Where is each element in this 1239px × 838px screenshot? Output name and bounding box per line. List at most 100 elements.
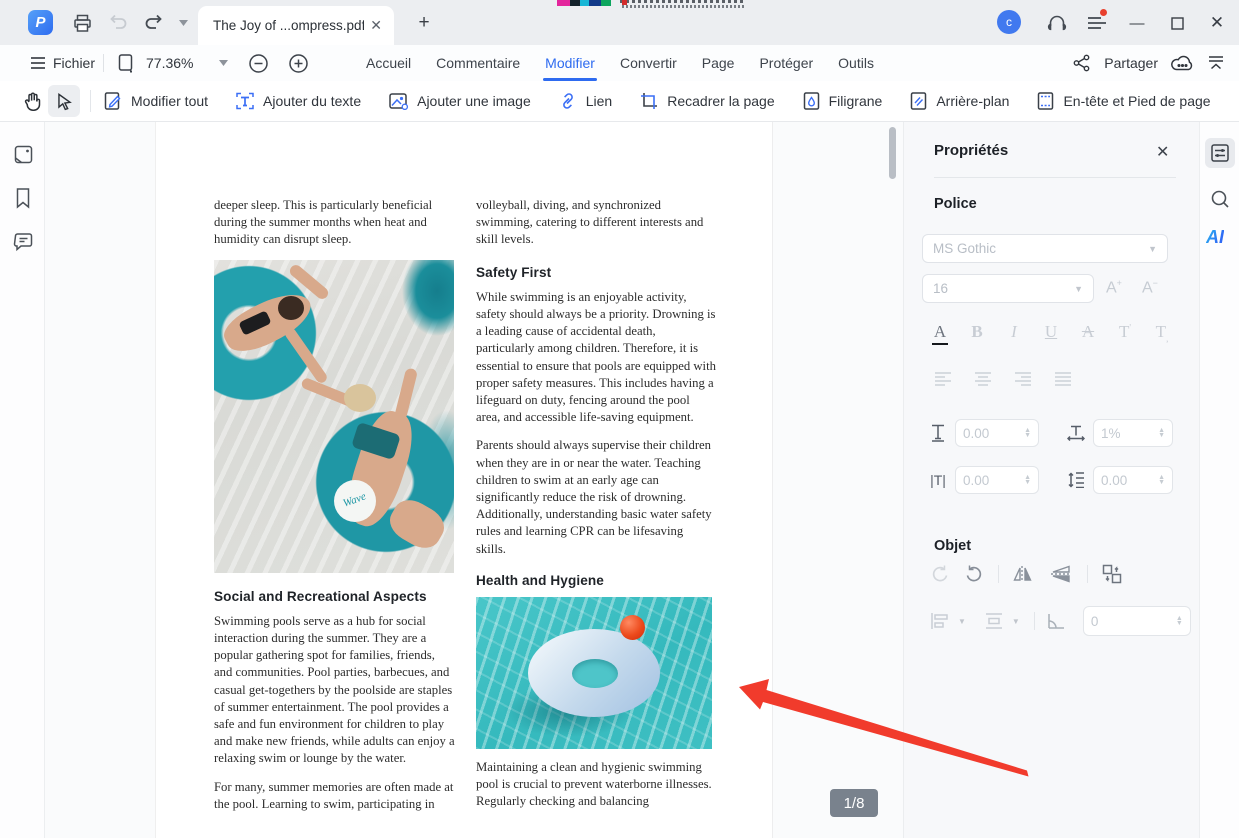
pdf-heading[interactable]: Social and Recreational Aspects — [214, 588, 456, 605]
superscript-icon[interactable]: T' — [1117, 322, 1133, 342]
tab-outils[interactable]: Outils — [838, 45, 874, 81]
zoom-in-icon[interactable] — [288, 45, 309, 81]
pdf-page[interactable]: deeper sleep. This is particularly benef… — [155, 122, 773, 838]
underline-icon[interactable]: U — [1043, 322, 1059, 342]
background-button[interactable]: Arrière-plan — [909, 91, 1009, 111]
pool-people-image[interactable]: Wave — [214, 260, 454, 573]
document-canvas[interactable]: deeper sleep. This is particularly benef… — [45, 122, 903, 838]
pdf-paragraph[interactable]: Parents should always supervise their ch… — [476, 437, 716, 557]
new-tab-icon[interactable]: + — [413, 12, 435, 34]
rotation-angle-input[interactable]: 0 ▲▼ — [1083, 606, 1191, 636]
tab-accueil[interactable]: Accueil — [366, 45, 411, 81]
char-spacing-input[interactable]: 0.00 ▲▼ — [955, 419, 1039, 447]
history-dropdown-icon[interactable] — [172, 12, 194, 34]
flip-vertical-icon[interactable] — [1049, 564, 1073, 584]
pdf-paragraph[interactable]: volleyball, diving, and synchronized swi… — [476, 197, 716, 249]
share-label[interactable]: Partager — [1104, 55, 1158, 71]
strikethrough-icon[interactable]: A — [1080, 322, 1096, 342]
pdf-paragraph[interactable]: While swimming is an enjoyable activity,… — [476, 289, 716, 427]
pool-ring-image[interactable] — [476, 597, 712, 749]
share-icon[interactable] — [1073, 54, 1091, 72]
edit-all-button[interactable]: Modifier tout — [103, 91, 208, 111]
pdf-paragraph[interactable]: deeper sleep. This is particularly benef… — [214, 197, 456, 249]
subscript-icon[interactable]: T, — [1154, 322, 1170, 343]
close-panel-icon[interactable]: ✕ — [1156, 142, 1169, 162]
font-family-value: MS Gothic — [933, 241, 996, 256]
cloud-icon[interactable] — [1171, 55, 1194, 72]
line-spacing-input[interactable]: 0.00 ▲▼ — [1093, 466, 1173, 494]
tab-convertir[interactable]: Convertir — [620, 45, 677, 81]
link-button[interactable]: Lien — [558, 91, 612, 111]
pdf-paragraph[interactable]: For many, summer memories are often made… — [214, 779, 456, 813]
pdf-paragraph[interactable]: Maintaining a clean and hygienic swimmin… — [476, 759, 716, 811]
select-tool-button[interactable] — [48, 85, 80, 117]
italic-icon[interactable]: I — [1006, 322, 1022, 342]
tab-page[interactable]: Page — [702, 45, 735, 81]
tab-modifier[interactable]: Modifier — [545, 45, 595, 81]
minimize-button[interactable]: — — [1126, 12, 1148, 34]
tab-commentaire[interactable]: Commentaire — [436, 45, 520, 81]
horizontal-scale-input[interactable]: 1% ▲▼ — [1093, 419, 1173, 447]
zoom-dropdown-icon[interactable] — [219, 45, 228, 81]
font-color-icon[interactable]: A — [932, 322, 948, 345]
print-icon[interactable] — [71, 12, 93, 34]
crop-page-button[interactable]: Recadrer la page — [639, 91, 774, 111]
increase-font-icon[interactable]: A+ — [1106, 278, 1122, 297]
close-window-button[interactable]: ✕ — [1206, 12, 1228, 34]
stepper-arrows[interactable]: ▲▼ — [1176, 616, 1183, 626]
align-center-icon[interactable] — [974, 372, 992, 386]
pdf-paragraph[interactable]: Swimming pools serve as a hub for social… — [214, 613, 456, 768]
crop-page-label: Recadrer la page — [667, 93, 774, 109]
file-menu-button[interactable]: Fichier — [30, 45, 95, 81]
ai-assistant-button[interactable]: AI — [1206, 227, 1224, 248]
chevron-down-icon[interactable]: ▼ — [1012, 617, 1020, 626]
word-spacing-input[interactable]: 0.00 ▲▼ — [955, 466, 1039, 494]
close-tab-icon[interactable]: ✕ — [370, 17, 382, 34]
hand-tool-button[interactable] — [16, 85, 48, 117]
main-menu-icon[interactable] — [1086, 12, 1108, 34]
stepper-arrows[interactable]: ▲▼ — [1158, 428, 1165, 438]
zoom-out-icon[interactable] — [248, 45, 269, 81]
redo-icon[interactable] — [143, 12, 165, 34]
align-right-icon[interactable] — [1014, 372, 1032, 386]
thumbnails-panel-icon[interactable] — [11, 142, 35, 166]
add-image-button[interactable]: Ajouter une image — [388, 91, 531, 111]
support-headset-icon[interactable] — [1046, 12, 1068, 34]
rotation-angle-icon[interactable] — [1047, 612, 1067, 630]
zoom-level[interactable]: 77.36% — [146, 45, 193, 81]
swap-size-icon[interactable] — [1102, 564, 1122, 584]
edit-toolbar: Modifier tout Ajouter du texte Ajouter u… — [0, 81, 1239, 122]
search-icon[interactable] — [1205, 184, 1235, 214]
maximize-button[interactable] — [1166, 12, 1188, 34]
decrease-font-icon[interactable]: A− — [1142, 278, 1158, 297]
tab-proteger[interactable]: Protéger — [759, 45, 813, 81]
header-footer-button[interactable]: En-tête et Pied de page — [1036, 91, 1210, 111]
rotate-left-icon[interactable] — [930, 564, 950, 584]
page-display-icon[interactable] — [118, 45, 134, 81]
add-text-button[interactable]: Ajouter du texte — [235, 91, 361, 111]
collapse-toolbar-icon[interactable] — [1207, 55, 1225, 71]
font-family-select[interactable]: MS Gothic ▼ — [922, 234, 1168, 263]
distribute-objects-icon[interactable] — [984, 612, 1004, 630]
vertical-scrollbar[interactable] — [889, 127, 896, 179]
bold-icon[interactable]: B — [969, 322, 985, 342]
document-tab[interactable]: The Joy of ...ompress.pdf ✕ — [198, 6, 394, 45]
comments-panel-icon[interactable] — [11, 230, 35, 254]
properties-panel-toggle-icon[interactable] — [1205, 138, 1235, 168]
bookmarks-panel-icon[interactable] — [11, 186, 35, 210]
stepper-arrows[interactable]: ▲▼ — [1024, 428, 1031, 438]
align-left-icon[interactable] — [934, 372, 952, 386]
watermark-button[interactable]: Filigrane — [802, 91, 883, 111]
flip-horizontal-icon[interactable] — [1013, 564, 1035, 584]
stepper-arrows[interactable]: ▲▼ — [1024, 475, 1031, 485]
rotate-right-icon[interactable] — [964, 564, 984, 584]
avatar[interactable]: c — [997, 10, 1021, 34]
chevron-down-icon[interactable]: ▼ — [958, 617, 966, 626]
align-justify-icon[interactable] — [1054, 372, 1072, 386]
stepper-arrows[interactable]: ▲▼ — [1158, 475, 1165, 485]
pdf-heading[interactable]: Health and Hygiene — [476, 572, 716, 589]
align-objects-icon[interactable] — [930, 612, 950, 630]
undo-icon[interactable] — [107, 12, 129, 34]
pdf-heading[interactable]: Safety First — [476, 264, 716, 281]
font-size-select[interactable]: 16 ▼ — [922, 274, 1094, 303]
